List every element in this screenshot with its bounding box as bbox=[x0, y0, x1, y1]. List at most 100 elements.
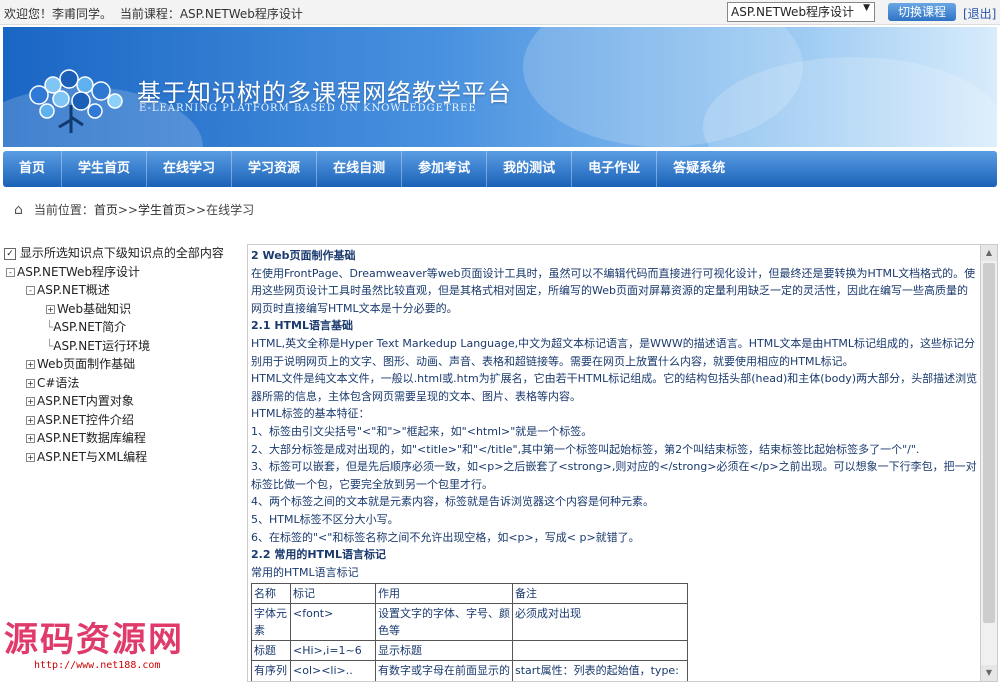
expand-icon[interactable]: + bbox=[46, 304, 55, 314]
checkbox-icon[interactable]: ✓ bbox=[4, 247, 16, 260]
content-panel: 2 Web页面制作基础 在使用FrontPage、Dreamweaver等web… bbox=[247, 244, 981, 682]
scroll-down-icon[interactable]: ▼ bbox=[981, 665, 997, 681]
tree-node[interactable]: + ASP.NET与XML编程 bbox=[4, 448, 244, 467]
tree-node-label: ASP.NET控件介绍 bbox=[37, 412, 134, 427]
scroll-up-icon[interactable]: ▲ bbox=[981, 245, 997, 261]
show-sub-checkbox-label: 显示所选知识点下级知识点的全部内容 bbox=[19, 246, 224, 260]
table-header: 备注 bbox=[512, 583, 688, 605]
section-heading: 2.2 常用的HTML语言标记 bbox=[251, 548, 386, 562]
table-header: 标记 bbox=[290, 583, 376, 605]
user-greeting: 欢迎您！李甫同学。 当前课程：ASP.NETWeb程序设计 bbox=[4, 5, 307, 22]
tree-node[interactable]: - ASP.NETWeb程序设计 bbox=[4, 263, 244, 282]
nav-item-resources[interactable]: 学习资源 bbox=[232, 151, 318, 187]
tree-node[interactable]: + C#语法 bbox=[4, 374, 244, 393]
tree-node-label: Web页面制作基础 bbox=[37, 357, 136, 371]
scroll-thumb[interactable] bbox=[983, 263, 995, 623]
collapse-icon[interactable]: - bbox=[26, 286, 35, 295]
breadcrumb-prefix: 当前位置： bbox=[33, 203, 94, 217]
paragraph: 在使用FrontPage、Dreamweaver等web页面设计工具时，虽然可以… bbox=[251, 266, 976, 315]
expand-icon[interactable]: + bbox=[26, 434, 35, 443]
table-header: 名称 bbox=[251, 583, 291, 605]
table-cell: 必须成对出现 bbox=[512, 603, 688, 642]
tree-node[interactable]: + ASP.NET数据库编程 bbox=[4, 429, 244, 448]
paragraph: HTML文件是纯文本文件，一般以.html或.htm为扩展名，它由若干HTML标… bbox=[251, 372, 978, 403]
nav-item-online-learning[interactable]: 在线学习 bbox=[147, 151, 233, 187]
table-row: 字体元素 <font> 设置文字的字体、字号、颜色等 必须成对出现 bbox=[251, 603, 688, 642]
content-scrollbar[interactable]: ▲ ▼ bbox=[980, 244, 998, 682]
nav-item-home[interactable]: 首页 bbox=[3, 151, 63, 187]
nav-item-exam[interactable]: 参加考试 bbox=[402, 151, 488, 187]
table-cell: <font> bbox=[290, 603, 376, 642]
section-heading: 2 Web页面制作基础 bbox=[251, 249, 356, 262]
collapse-icon[interactable]: - bbox=[6, 267, 15, 277]
nav-item-homework[interactable]: 电子作业 bbox=[572, 151, 658, 187]
tree-node[interactable]: + Web页面制作基础 bbox=[4, 355, 244, 374]
expand-icon[interactable]: + bbox=[26, 378, 35, 388]
list-item: 1、标签由引文尖括号"<"和">"框起来，如"<html>"就是一个标签。 bbox=[251, 424, 593, 438]
nav-item-qa[interactable]: 答疑系统 bbox=[657, 151, 741, 187]
nav-item-self-test[interactable]: 在线自测 bbox=[317, 151, 403, 187]
tree-node-label: ASP.NET简介 bbox=[53, 320, 127, 334]
table-cell: 设置文字的字体、字号、颜色等 bbox=[375, 603, 513, 642]
main-nav: 首页 学生首页 在线学习 学习资源 在线自测 参加考试 我的测试 电子作业 答疑… bbox=[3, 151, 997, 187]
tree-node[interactable]: + ASP.NET控件介绍 bbox=[4, 411, 244, 430]
watermark-text: 源码资源网 bbox=[4, 620, 184, 660]
tree-node-label: ASP.NET与XML编程 bbox=[37, 449, 148, 464]
table-header-row: 名称 标记 作用 备注 bbox=[251, 583, 688, 605]
logout-link[interactable]: [退出] bbox=[963, 5, 996, 22]
knowledge-tree: ✓ 显示所选知识点下级知识点的全部内容 - ASP.NETWeb程序设计 - ASP… bbox=[4, 244, 244, 466]
greeting-text: 欢迎您！李甫同学。 bbox=[4, 7, 113, 21]
banner-subtitle: E-LEARNING PLATFORM BASED ON KNOWLEDGETR… bbox=[139, 103, 477, 114]
breadcrumb-separator: >> bbox=[117, 203, 138, 217]
tree-node-label: ASP.NETWeb程序设计 bbox=[17, 264, 141, 279]
breadcrumb-current: 在线学习 bbox=[206, 203, 255, 217]
breadcrumb-link-student-home[interactable]: 学生首页 bbox=[138, 203, 186, 217]
table-cell: <ol><li>..<li>..</ol> bbox=[290, 660, 376, 681]
expand-icon[interactable]: + bbox=[26, 415, 35, 425]
table-caption: 常用的HTML语言标记 bbox=[251, 565, 359, 579]
switch-course-button[interactable]: 切换课程 bbox=[888, 3, 956, 21]
table-cell: start属性：列表的起始值，type:序号样式 bbox=[512, 660, 688, 681]
table-row: 标题 <Hi>,i=1~6 显示标题 bbox=[251, 640, 688, 662]
expand-icon[interactable]: + bbox=[26, 397, 35, 406]
paragraph: HTML,英文全称是Hyper Text Markedup Language,中… bbox=[251, 336, 975, 368]
table-cell bbox=[512, 640, 688, 662]
tree-node[interactable]: + ASP.NET内置对象 bbox=[4, 392, 244, 411]
tree-node-label: ASP.NET概述 bbox=[37, 283, 110, 297]
table-cell: 有数字或字母在前面显示的列表 bbox=[375, 660, 513, 681]
tree-node[interactable]: + Web基础知识 bbox=[4, 300, 244, 319]
course-select-value: ASP.NETWeb程序设计 bbox=[731, 5, 855, 19]
show-sub-checkbox-row[interactable]: ✓ 显示所选知识点下级知识点的全部内容 bbox=[4, 244, 244, 263]
table-row: 有序列表 <ol><li>..<li>..</ol> 有数字或字母在前面显示的列… bbox=[251, 660, 688, 681]
breadcrumb-separator: >> bbox=[185, 203, 207, 217]
knowledge-tree-logo bbox=[29, 69, 123, 133]
breadcrumb-link-home[interactable]: 首页 bbox=[94, 203, 118, 217]
table-header: 作用 bbox=[375, 583, 513, 605]
course-select[interactable]: ASP.NETWeb程序设计 ▼ bbox=[727, 2, 875, 22]
nav-item-student-home[interactable]: 学生首页 bbox=[62, 151, 148, 187]
watermark-url: http://www.net188.com bbox=[34, 660, 161, 671]
tree-node[interactable]: └ASP.NET简介 bbox=[4, 318, 244, 337]
site-banner: 基于知识树的多课程网络教学平台 E-LEARNING PLATFORM BASE… bbox=[3, 27, 997, 147]
tree-node-label: ASP.NET内置对象 bbox=[37, 394, 134, 408]
watermark: 源码资源网 http://www.net188.com bbox=[4, 612, 204, 680]
table-cell: 显示标题 bbox=[375, 640, 513, 662]
list-item: 5、HTML标签不区分大小写。 bbox=[251, 512, 399, 526]
current-course-label: 当前课程：ASP.NETWeb程序设计 bbox=[119, 7, 303, 21]
expand-icon[interactable]: + bbox=[26, 360, 35, 369]
table-cell: 有序列表 bbox=[251, 660, 291, 681]
list-item: 4、两个标签之间的文本就是元素内容，标签就是告诉浏览器这个内容是何种元素。 bbox=[251, 495, 654, 509]
table-cell: <Hi>,i=1~6 bbox=[290, 640, 376, 662]
expand-icon[interactable]: + bbox=[26, 452, 35, 462]
top-bar: 欢迎您！李甫同学。 当前课程：ASP.NETWeb程序设计 ASP.NETWeb… bbox=[0, 0, 1000, 25]
tree-node-label: C#语法 bbox=[37, 375, 80, 390]
tree-node[interactable]: - ASP.NET概述 bbox=[4, 281, 244, 300]
tags-table: 名称 标记 作用 备注 字体元素 <font> 设置文字的字体、字号、颜色等 必… bbox=[251, 583, 688, 681]
list-item: 2、大部分标签是成对出现的，如"<title>"和"</title",其中第一个… bbox=[251, 442, 920, 456]
nav-item-my-tests[interactable]: 我的测试 bbox=[487, 151, 573, 187]
list-item: 3、标签可以嵌套，但是先后顺序必须一致，如<p>之后嵌套了<strong>,则对… bbox=[251, 460, 977, 491]
table-cell: 字体元素 bbox=[251, 603, 291, 642]
tree-node-label: ASP.NET数据库编程 bbox=[37, 431, 146, 445]
breadcrumb: ⌂ 当前位置：首页>>学生首页>>在线学习 bbox=[14, 201, 254, 218]
tree-node[interactable]: └ASP.NET运行环境 bbox=[4, 337, 244, 356]
